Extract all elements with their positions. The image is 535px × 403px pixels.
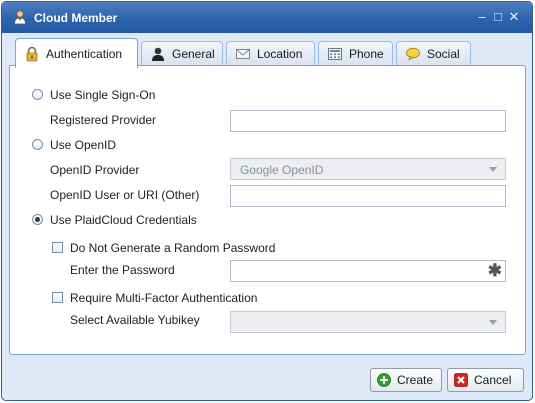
user-icon — [12, 9, 28, 25]
envelope-icon — [235, 46, 251, 62]
tab-label: Location — [257, 47, 303, 61]
minimize-icon[interactable]: – — [475, 10, 489, 24]
maximize-icon[interactable]: □ — [491, 10, 505, 24]
chevron-down-icon — [489, 320, 497, 325]
plaidcloud-radio[interactable] — [32, 214, 43, 225]
phone-icon — [327, 46, 343, 62]
authentication-panel: Use Single Sign-On Registered Provider U… — [9, 65, 526, 355]
tab-authentication[interactable]: Authentication — [15, 38, 138, 68]
tab-phone[interactable]: Phone — [318, 41, 393, 66]
openid-radio[interactable] — [32, 139, 43, 150]
window-title: Cloud Member — [34, 11, 118, 25]
sso-option-label: Use Single Sign-On — [50, 88, 156, 102]
tab-general[interactable]: General — [141, 41, 223, 66]
mfa-checkbox[interactable] — [52, 292, 63, 303]
password-label: Enter the Password — [70, 263, 175, 277]
openid-provider-select[interactable]: Google OpenID — [230, 158, 506, 180]
create-button[interactable]: Create — [370, 368, 442, 392]
no-random-password-label: Do Not Generate a Random Password — [70, 241, 276, 255]
yubikey-select[interactable] — [230, 311, 506, 333]
cancel-x-icon — [454, 373, 468, 387]
openid-provider-value: Google OpenID — [240, 163, 324, 177]
sso-radio[interactable] — [32, 89, 43, 100]
tab-label: Authentication — [46, 46, 123, 61]
openid-uri-label: OpenID User or URI (Other) — [50, 188, 200, 202]
chevron-down-icon — [489, 167, 497, 172]
cancel-button-label: Cancel — [474, 373, 512, 387]
user-icon — [150, 46, 166, 62]
mfa-label: Require Multi-Factor Authentication — [70, 291, 258, 305]
password-field-wrap: ✱ — [230, 260, 506, 282]
tab-label: Phone — [349, 47, 384, 61]
tab-location[interactable]: Location — [226, 41, 315, 66]
no-random-password-checkbox[interactable] — [52, 242, 63, 253]
title-bar[interactable]: Cloud Member – □ ✕ — [2, 2, 532, 33]
yubikey-label: Select Available Yubikey — [70, 313, 200, 327]
speech-bubble-icon — [405, 46, 421, 62]
plaidcloud-option-label: Use PlaidCloud Credentials — [50, 213, 197, 227]
cloud-member-dialog: Cloud Member – □ ✕ Authentication Genera… — [1, 1, 533, 401]
cancel-button[interactable]: Cancel — [447, 368, 524, 392]
openid-provider-label: OpenID Provider — [50, 163, 140, 177]
tab-bar: Authentication General Location Phone So… — [2, 33, 532, 68]
openid-option-label: Use OpenID — [50, 138, 117, 152]
add-icon — [377, 373, 391, 387]
tab-label: General — [172, 47, 215, 61]
tab-social[interactable]: Social — [396, 41, 471, 66]
openid-uri-input[interactable] — [230, 185, 506, 207]
required-asterisk-icon: ✱ — [487, 261, 502, 280]
close-icon[interactable]: ✕ — [507, 10, 521, 24]
registered-provider-input[interactable] — [230, 110, 506, 132]
tab-label: Social — [427, 47, 460, 61]
registered-provider-label: Registered Provider — [50, 113, 157, 127]
password-input[interactable] — [230, 260, 506, 282]
lock-icon — [24, 46, 40, 62]
create-button-label: Create — [397, 373, 434, 387]
